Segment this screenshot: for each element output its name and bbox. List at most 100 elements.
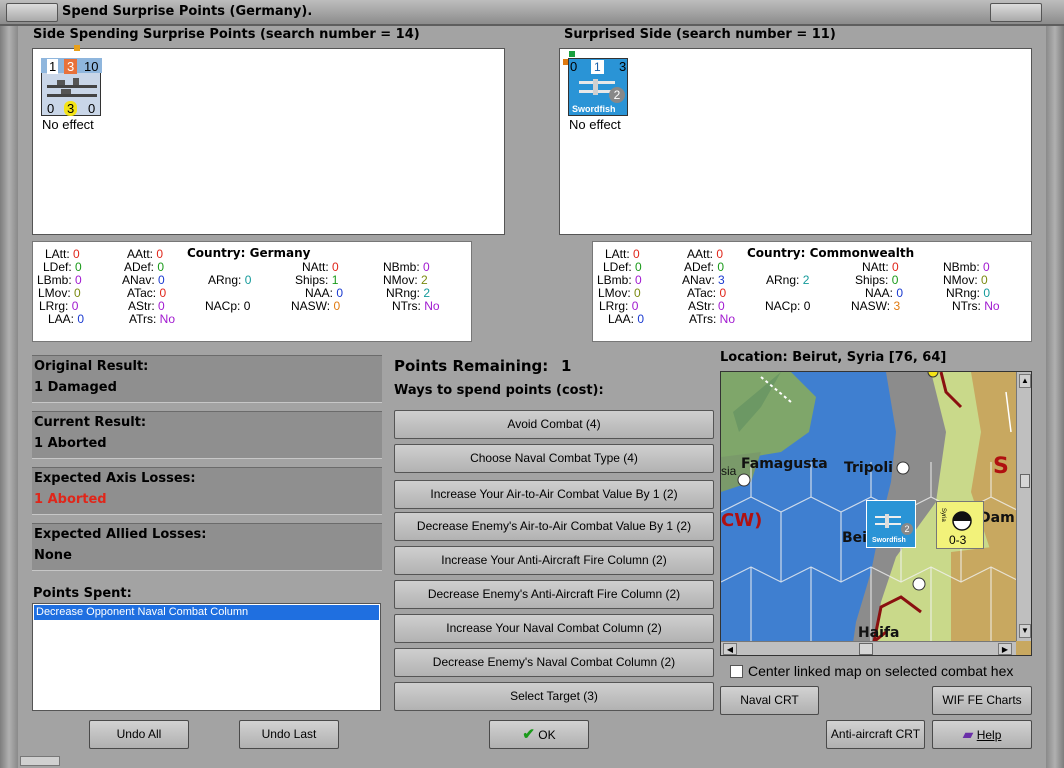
increase-air-to-air-button[interactable]: Increase Your Air-to-Air Combat Value By… [394, 480, 714, 509]
stat-atrs: ATrs: No [129, 312, 176, 326]
counter-top-right: 10 [84, 59, 99, 74]
ok-button-label: OK [538, 728, 556, 742]
map-label-cw: CW) [721, 510, 763, 531]
stat-ntrs: NTrs: No [952, 299, 1000, 313]
decrease-enemy-anti-aircraft-button[interactable]: Decrease Enemy's Anti-Aircraft Fire Colu… [394, 580, 714, 609]
window-frame-right [1046, 26, 1064, 768]
stat-astr: AStr: 0 [688, 299, 725, 313]
system-menu-button[interactable] [6, 3, 58, 22]
allied-losses-panel: Expected Allied Losses: None [32, 523, 382, 571]
scroll-thumb[interactable] [859, 643, 873, 655]
swordfish-right-value: 3 [619, 59, 627, 74]
window-frame-left [0, 26, 18, 768]
current-result-panel: Current Result: 1 Aborted [32, 411, 382, 459]
decrease-enemy-naval-combat-button[interactable]: Decrease Enemy's Naval Combat Column (2) [394, 648, 714, 677]
resize-grip[interactable] [20, 756, 60, 766]
scroll-down-arrow-icon[interactable]: ▼ [1019, 624, 1031, 638]
map-label-syria: S [993, 454, 1009, 479]
map-location-label: Location: Beirut, Syria [76, 64] [720, 350, 947, 365]
maximize-button[interactable] [990, 3, 1042, 22]
center-map-checkbox[interactable] [730, 665, 743, 678]
stat-atac: ATac: 0 [127, 286, 167, 300]
undo-last-button[interactable]: Undo Last [239, 720, 339, 749]
ship-unit-counter[interactable]: 1 3 10 0 3 0 [41, 58, 102, 116]
anti-aircraft-crt-button[interactable]: Anti-aircraft CRT [826, 720, 925, 749]
stat-nrng: NRng: 2 [386, 286, 431, 300]
axis-losses-label: Expected Axis Losses: [34, 471, 196, 486]
window-title: Spend Surprise Points (Germany). [62, 4, 313, 19]
counter-bottom-right: 0 [88, 101, 96, 116]
select-target-button[interactable]: Select Target (3) [394, 682, 714, 711]
center-map-label: Center linked map on selected combat hex [748, 663, 1014, 679]
points-remaining-value: 1 [561, 357, 572, 375]
map-label-tripoli: Tripoli [844, 460, 893, 476]
counter-bottom-mid: 3 [64, 101, 78, 116]
naval-crt-button[interactable]: Naval CRT [720, 686, 819, 715]
wif-fe-charts-button[interactable]: WIF FE Charts [932, 686, 1032, 715]
unit-marker [74, 45, 80, 51]
stat-anav: ANav: 3 [682, 273, 725, 287]
stat-atac: ATac: 0 [687, 286, 727, 300]
counter-top-left: 1 [47, 59, 59, 74]
stat-lrrg: LRrg: 0 [599, 299, 639, 313]
stat-lbmb: LBmb: 0 [597, 273, 642, 287]
help-button-label: Help [976, 728, 1002, 742]
stat-ships: Ships: 0 [855, 273, 899, 287]
stat-ntrs: NTrs: No [392, 299, 440, 313]
scroll-right-arrow-icon[interactable]: ▶ [998, 643, 1012, 655]
linked-map[interactable]: Famagusta Tripoli Beir Haifa sia CW) Dam… [720, 371, 1032, 656]
stat-naa: NAA: 0 [865, 286, 904, 300]
stat-natt: NAtt: 0 [302, 260, 339, 274]
stat-arng: ARng: 0 [208, 273, 252, 287]
stat-lmov: LMov: 0 [38, 286, 81, 300]
stat-nmov: NMov: 0 [943, 273, 988, 287]
increase-naval-combat-button[interactable]: Increase Your Naval Combat Column (2) [394, 614, 714, 643]
stat-nasw: NASW: 0 [291, 299, 341, 313]
stat-nrng: NRng: 0 [946, 286, 991, 300]
stat-adef: ADef: 0 [124, 260, 165, 274]
stat-nacp: NACp: 0 [765, 299, 811, 313]
map-label-haifa: Haifa [858, 625, 900, 641]
help-button[interactable]: ▰ Help [932, 720, 1032, 749]
stat-anav: ANav: 0 [122, 273, 165, 287]
swordfish-left-value: 0 [570, 59, 578, 74]
stat-nbmb: NBmb: 0 [383, 260, 430, 274]
points-remaining-label: Points Remaining: [394, 357, 549, 375]
decrease-enemy-air-to-air-button[interactable]: Decrease Enemy's Air-to-Air Combat Value… [394, 512, 714, 541]
stat-ldef: LDef: 0 [43, 260, 82, 274]
stat-laa: LAA: 0 [608, 312, 645, 326]
map-swordfish-counter[interactable]: 2 Swordfish [866, 500, 916, 548]
original-result-panel: Original Result: 1 Damaged [32, 355, 382, 403]
stat-nbmb: NBmb: 0 [943, 260, 990, 274]
swordfish-unit-counter[interactable]: 0 1 3 2 Swordfish [568, 58, 628, 116]
scroll-thumb[interactable] [1020, 474, 1030, 488]
map-garrison-counter[interactable]: Syria 0-3 [936, 501, 984, 549]
stat-lmov: LMov: 0 [598, 286, 641, 300]
avoid-combat-button[interactable]: Avoid Combat (4) [394, 410, 714, 439]
left-country-label: Country: Germany [187, 246, 311, 260]
map-horizontal-scrollbar[interactable]: ◀ ▶ [721, 641, 1016, 655]
stat-nmov: NMov: 2 [383, 273, 428, 287]
scroll-left-arrow-icon[interactable]: ◀ [723, 643, 737, 655]
checkmark-icon: ✔ [522, 726, 535, 743]
allied-losses-label: Expected Allied Losses: [34, 527, 207, 542]
map-vertical-scrollbar[interactable]: ▲ ▼ [1016, 372, 1031, 641]
map-garrison-side: Syria [940, 508, 946, 522]
list-item[interactable]: Decrease Opponent Naval Combat Column [34, 605, 379, 620]
stat-aatt: AAtt: 0 [127, 247, 164, 261]
right-side-header: Surprised Side (search number = 11) [564, 27, 836, 42]
current-result-label: Current Result: [34, 415, 147, 430]
right-stats-panel: LAtt: 0 LDef: 0 LBmb: 0 LMov: 0 LRrg: 0 … [592, 241, 1032, 342]
ok-button[interactable]: ✔ OK [489, 720, 589, 749]
axis-losses-value: 1 Aborted [34, 492, 107, 507]
stat-ldef: LDef: 0 [603, 260, 642, 274]
left-unit-effect: No effect [42, 117, 94, 132]
choose-naval-combat-type-button[interactable]: Choose Naval Combat Type (4) [394, 444, 714, 473]
undo-all-button[interactable]: Undo All [89, 720, 189, 749]
stat-lrrg: LRrg: 0 [39, 299, 79, 313]
increase-anti-aircraft-button[interactable]: Increase Your Anti-Aircraft Fire Column … [394, 546, 714, 575]
points-spent-label: Points Spent: [33, 586, 132, 601]
stat-latt: LAtt: 0 [605, 247, 640, 261]
points-spent-list[interactable]: Decrease Opponent Naval Combat Column [32, 603, 381, 711]
scroll-up-arrow-icon[interactable]: ▲ [1019, 374, 1031, 388]
